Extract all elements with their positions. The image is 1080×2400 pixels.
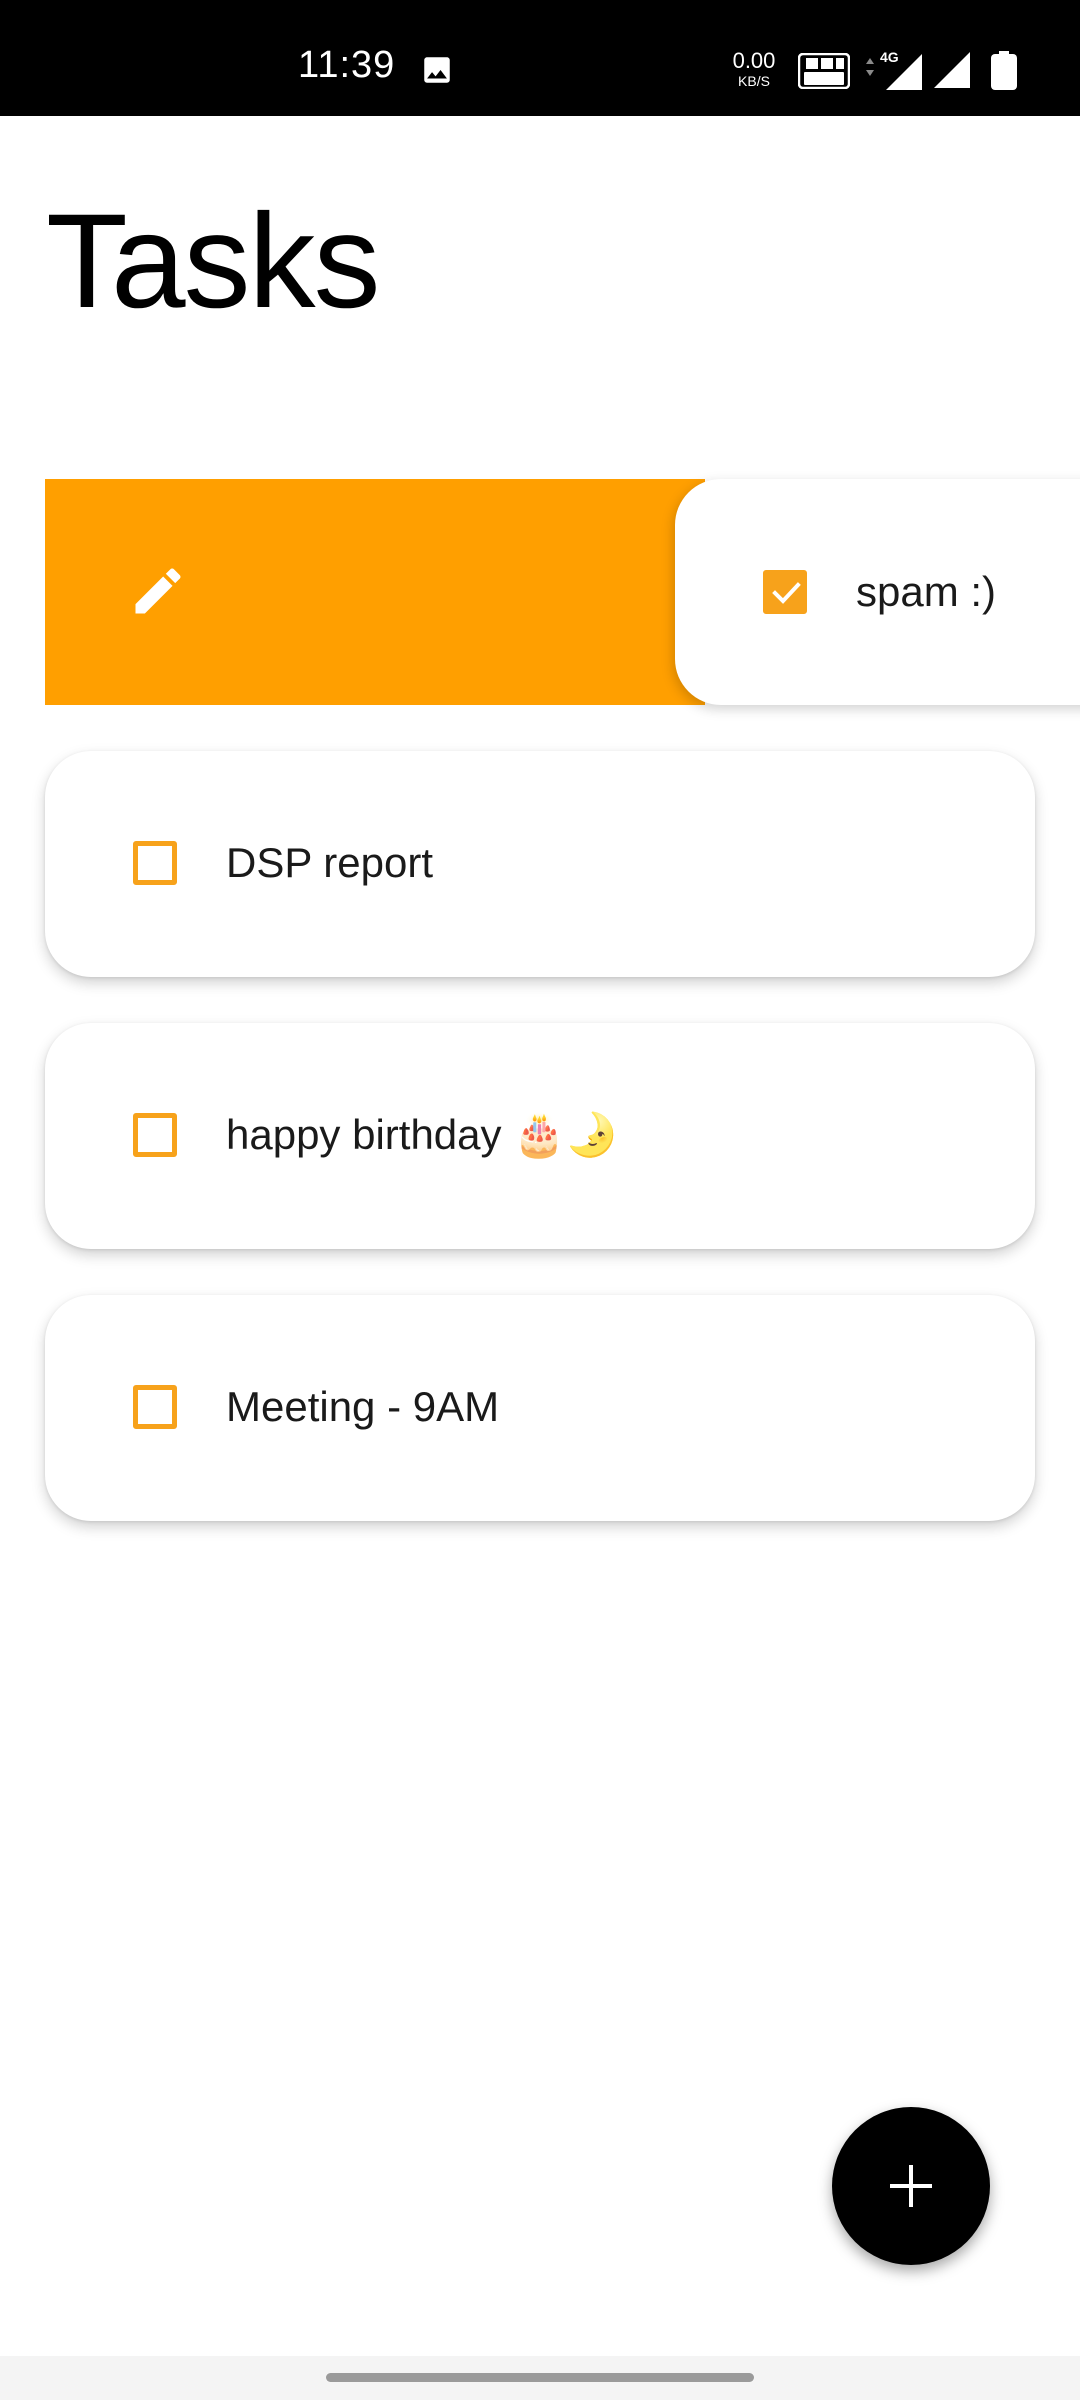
network-speed-unit: KB/S xyxy=(738,73,770,89)
edit-icon[interactable] xyxy=(128,561,188,621)
task-label: Meeting - 9AM xyxy=(226,1383,500,1430)
mobile-data-icon: 4G xyxy=(866,49,922,90)
image-icon xyxy=(424,57,450,83)
task-card[interactable]: happy birthday 🎂🌛 xyxy=(45,1023,1035,1249)
task-label: spam :) xyxy=(856,568,997,615)
add-task-button[interactable] xyxy=(832,2107,990,2265)
task-card-swiped[interactable]: spam :) xyxy=(675,479,1080,705)
network-speed-value: 0.00 xyxy=(732,48,776,73)
check-icon xyxy=(772,582,801,604)
task-checkbox[interactable] xyxy=(133,1385,177,1429)
task-checkbox[interactable] xyxy=(133,841,177,885)
page-title: Tasks xyxy=(46,187,381,336)
screen: 11:39 0.00 KB/S 4G Tasks spam:) DSP rep… xyxy=(0,0,1080,2400)
status-bar: 11:39 0.00 KB/S 4G xyxy=(0,0,1080,116)
volte-icon xyxy=(798,53,850,89)
task-checkbox[interactable] xyxy=(133,1113,177,1157)
task-card[interactable]: DSP report xyxy=(45,751,1035,977)
task-label: DSP report xyxy=(226,839,433,886)
task-card[interactable]: Meeting - 9AM xyxy=(45,1295,1035,1521)
network-speed: 0.00 KB/S xyxy=(728,48,780,89)
status-time: 11:39 xyxy=(298,44,396,86)
signal-icon xyxy=(934,52,970,88)
home-indicator[interactable] xyxy=(326,2373,754,2382)
task-checkbox-checked[interactable] xyxy=(763,570,807,614)
network-type-label: 4G xyxy=(880,49,899,65)
task-label: happy birthday 🎂🌛 xyxy=(226,1111,618,1158)
plus-icon xyxy=(890,2165,932,2207)
battery-icon xyxy=(991,51,1017,90)
